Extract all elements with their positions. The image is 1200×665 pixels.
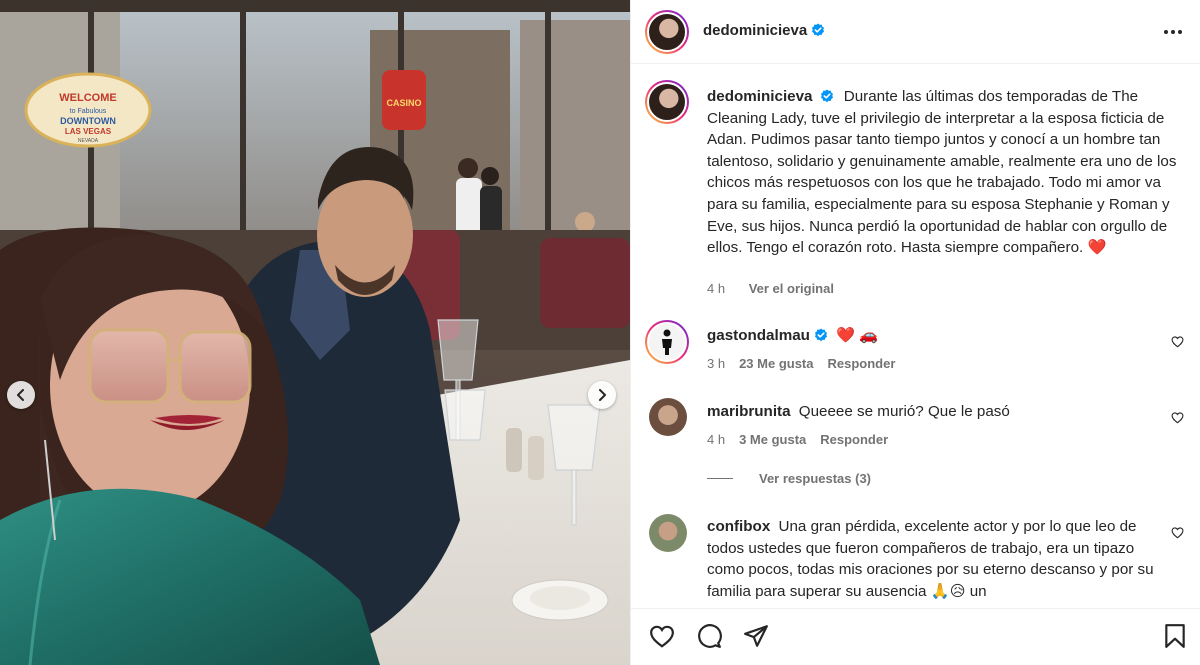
caption-meta: 4 h Ver el original [707,281,854,296]
comment-likes[interactable]: 3 Me gusta [739,432,806,447]
comment-username[interactable]: confibox [707,518,770,535]
heart-icon[interactable] [649,623,675,649]
comment-emoji: ❤️ 🚗 [836,327,879,344]
photo-scene: WELCOME to Fabulous DOWNTOWN LAS VEGAS N… [0,0,630,665]
chevron-left-icon [17,389,24,401]
comment-text-tail: un [969,582,987,600]
svg-text:WELCOME: WELCOME [59,92,116,104]
more-options-icon[interactable] [1163,22,1183,42]
post-sidebar: dedominicieva dedominicieva Durante las … [630,0,1200,665]
comment: gastondalmau ❤️ 🚗 [707,325,1167,347]
svg-text:DOWNTOWN: DOWNTOWN [60,116,116,126]
bookmark-icon[interactable] [1163,623,1187,649]
welcome-sign: WELCOME to Fabulous DOWNTOWN LAS VEGAS N… [24,72,152,148]
comment-meta: 3 h 23 Me gusta Responder [707,356,895,371]
next-photo-button[interactable] [588,381,616,409]
heart-icon[interactable] [1171,526,1184,539]
caption-emoji: ❤️ [1087,239,1107,257]
svg-text:CASINO: CASINO [386,98,421,108]
post-caption: dedominicieva Durante las últimas dos te… [707,86,1177,259]
author-username[interactable]: dedominicieva [703,22,807,39]
see-original-link[interactable]: Ver el original [749,281,834,296]
caption-text: Durante las últimas dos temporadas de Th… [707,88,1177,257]
person-silhouette-icon [662,329,672,355]
comment-text: Queeee se murió? Que le pasó [798,403,1010,420]
view-replies-button[interactable]: Ver respuestas (3) [707,471,871,486]
post-header: dedominicieva [631,0,1200,64]
comment-reply-button[interactable]: Responder [828,356,896,371]
chevron-right-icon [599,389,606,401]
comment-icon[interactable] [696,623,722,649]
caption-avatar[interactable] [645,80,689,124]
comment-likes[interactable]: 23 Me gusta [739,356,813,371]
post-actions-bar [631,608,1200,665]
comment-username[interactable]: gastondalmau [707,327,810,344]
view-replies-label: Ver respuestas (3) [759,471,872,486]
svg-text:NEVADA: NEVADA [78,138,99,144]
post-photo[interactable]: WELCOME to Fabulous DOWNTOWN LAS VEGAS N… [0,0,630,665]
comment-emoji: 🙏😥 [930,582,966,600]
comment-time[interactable]: 3 h [707,356,725,371]
verified-badge-icon [820,89,833,103]
comment-reply-button[interactable]: Responder [820,432,888,447]
comment: maribrunita Queeee se murió? Que le pasó [707,401,1167,423]
caption-time[interactable]: 4 h [707,281,725,296]
heart-icon[interactable] [1171,411,1184,424]
verified-badge-icon [814,328,827,342]
caption-username[interactable]: dedominicieva [707,88,813,105]
comment-time[interactable]: 4 h [707,432,725,447]
svg-text:to Fabulous: to Fabulous [70,108,107,115]
comment-username[interactable]: maribrunita [707,403,791,420]
author-avatar[interactable] [645,10,689,54]
previous-photo-button[interactable] [7,381,35,409]
comment-avatar[interactable] [649,398,687,436]
comment: confibox Una gran pérdida, excelente act… [707,516,1169,602]
replies-divider [707,478,733,479]
svg-text:LAS VEGAS: LAS VEGAS [65,127,112,136]
comment-meta: 4 h 3 Me gusta Responder [707,432,888,447]
verified-badge-icon [812,23,825,37]
share-icon[interactable] [743,623,769,649]
comment-avatar[interactable] [649,514,687,552]
heart-icon[interactable] [1171,335,1184,348]
casino-sign: CASINO [382,70,426,130]
comment-avatar[interactable] [645,320,689,364]
